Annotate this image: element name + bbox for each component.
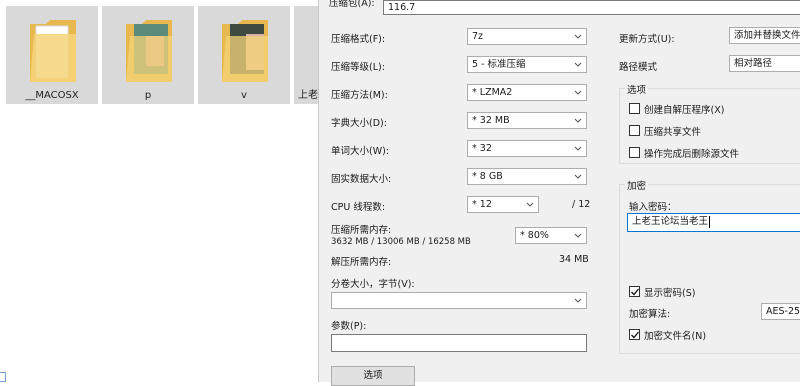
dict-size-select[interactable]: * 32 MB (467, 112, 587, 129)
folder-icon (222, 20, 268, 82)
chevron-down-icon (574, 298, 582, 303)
shared-checkbox[interactable] (629, 125, 640, 136)
mem-usage-select[interactable]: * 80% (515, 227, 587, 244)
encryption-method-value: AES-256 (766, 306, 800, 317)
delete-after-checkbox[interactable] (629, 147, 640, 158)
chevron-down-icon (574, 118, 582, 123)
update-mode-value: 添加并替换文件 (734, 30, 800, 41)
folder-name: __MACOSX (25, 90, 79, 101)
format-select[interactable]: 7z (467, 28, 587, 45)
format-label: 压缩格式(F): (331, 34, 386, 45)
file-explorer: __MACOSX p v 上老 (0, 0, 330, 382)
folder-name: 上老 (298, 90, 318, 101)
word-size-label: 单词大小(W): (331, 146, 390, 157)
encrypt-names-label: 加密文件名(N) (644, 331, 707, 342)
chevron-down-icon (574, 34, 582, 39)
format-value: 7z (472, 31, 484, 42)
cpu-threads-max: / 12 (572, 199, 591, 210)
path-mode-select[interactable]: 相对路径 (729, 55, 800, 72)
chevron-down-icon (526, 202, 534, 207)
path-mode-label: 路径模式 (619, 62, 658, 73)
encryption-method-label: 加密算法: (629, 309, 671, 320)
shared-label: 压缩共享文件 (644, 127, 702, 138)
sfx-label: 创建自解压程序(X) (644, 105, 725, 116)
check-icon (631, 331, 640, 339)
password-value: 上老王论坛当老王 (632, 216, 709, 227)
level-label: 压缩等级(L): (331, 62, 385, 73)
dict-size-label: 字典大小(D): (331, 118, 387, 129)
cpu-threads-value: * 12 (472, 199, 492, 210)
solid-block-label: 固实数据大小: (331, 174, 392, 185)
method-label: 压缩方法(M): (331, 90, 388, 101)
mem-decompress-value: 34 MB (559, 254, 589, 265)
encryption-method-select[interactable]: AES-256 (761, 303, 800, 320)
update-mode-select[interactable]: 添加并替换文件 (729, 27, 800, 44)
chevron-down-icon (574, 233, 582, 238)
params-field[interactable] (331, 334, 587, 352)
folder-name: v (241, 90, 247, 101)
encrypt-names-checkbox[interactable] (629, 329, 640, 340)
sfx-checkbox[interactable] (629, 103, 640, 114)
archive-name-label: 压缩包(A): (329, 0, 375, 9)
mem-compress-detail: 3632 MB / 13006 MB / 16258 MB (331, 237, 471, 247)
check-icon (631, 288, 640, 296)
folder-icon (30, 20, 76, 82)
chevron-down-icon (574, 174, 582, 179)
folder-icon (126, 20, 172, 82)
folder-name: p (144, 90, 152, 101)
update-mode-label: 更新方式(U): (619, 34, 675, 45)
folder-item[interactable]: v (198, 6, 290, 104)
password-field[interactable]: 上老王论坛当老王 (627, 213, 800, 232)
options-button[interactable]: 选项 (331, 366, 415, 386)
dict-size-value: * 32 MB (472, 115, 510, 126)
method-value: * LZMA2 (472, 87, 513, 98)
encryption-group-title: 加密 (625, 178, 649, 192)
password-label: 输入密码： (629, 202, 677, 213)
folder-item[interactable]: 上老 (294, 6, 318, 104)
archive-name-field[interactable]: 116.7 (383, 0, 800, 15)
cpu-threads-label: CPU 线程数: (331, 202, 386, 213)
path-mode-value: 相对路径 (734, 58, 773, 69)
volume-size-select[interactable] (331, 292, 587, 309)
chevron-down-icon (574, 62, 582, 67)
chevron-down-icon (574, 146, 582, 151)
solid-block-select[interactable]: * 8 GB (467, 168, 587, 185)
params-label: 参数(P): (331, 321, 367, 332)
word-size-value: * 32 (472, 143, 492, 154)
chevron-down-icon (574, 90, 582, 95)
delete-after-label: 操作完成后删除源文件 (644, 149, 740, 160)
add-to-archive-dialog: 压缩包(A): 116.7 压缩格式(F): 7z 压缩等级(L): 5 - 标… (318, 0, 800, 386)
mem-decompress-label: 解压所需内存: (331, 257, 392, 268)
level-value: 5 - 标准压缩 (472, 59, 526, 70)
folder-item[interactable]: p (102, 6, 194, 104)
show-password-label: 显示密码(S) (644, 288, 696, 299)
selection-edge (0, 372, 6, 382)
mem-compress-label: 压缩所需内存: (331, 225, 392, 236)
options-group-title: 选项 (625, 82, 649, 96)
cpu-threads-select[interactable]: * 12 (467, 196, 539, 213)
solid-block-value: * 8 GB (472, 171, 503, 182)
show-password-checkbox[interactable] (629, 286, 640, 297)
method-select[interactable]: * LZMA2 (467, 84, 587, 101)
mem-usage-value: * 80% (520, 230, 549, 241)
word-size-select[interactable]: * 32 (467, 140, 587, 157)
level-select[interactable]: 5 - 标准压缩 (467, 56, 587, 73)
folder-item[interactable]: __MACOSX (6, 6, 98, 104)
volume-size-label: 分卷大小，字节(V): (331, 279, 415, 290)
text-caret (709, 215, 711, 228)
